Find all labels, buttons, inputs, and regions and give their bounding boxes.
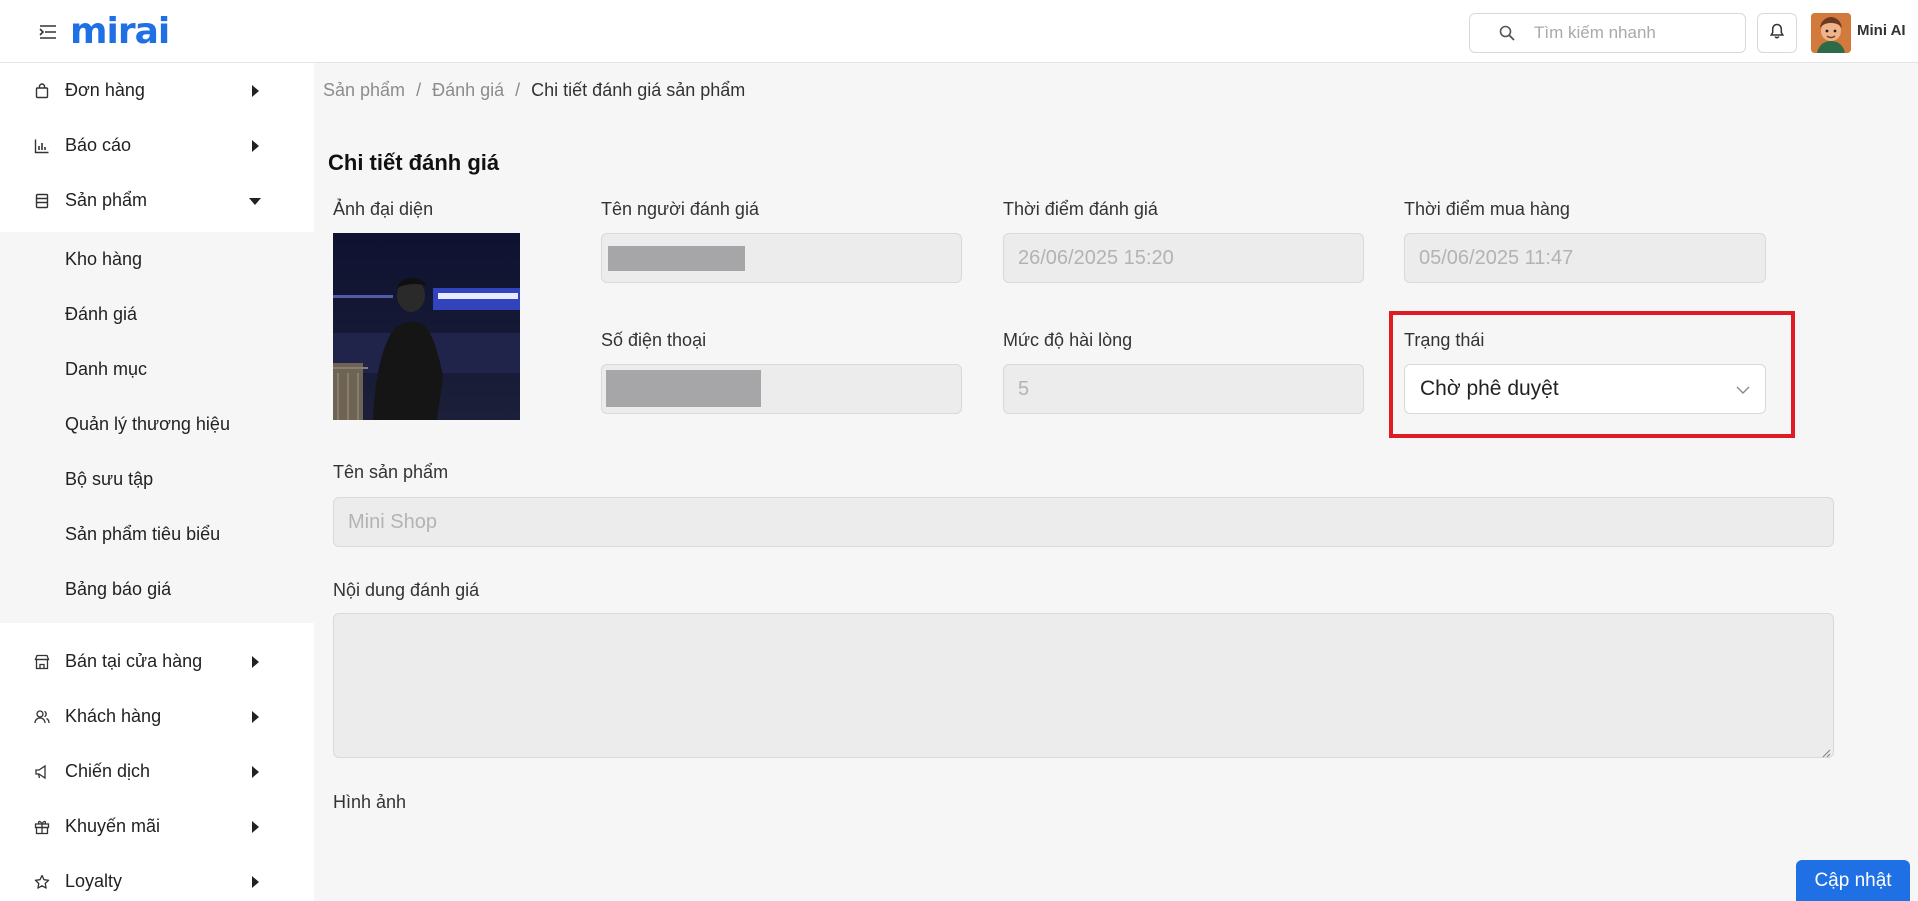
caret-right-icon — [248, 875, 262, 889]
sidebar-item-label: Chiến dịch — [65, 761, 151, 781]
status-highlight-annotation — [1389, 311, 1795, 438]
sidebar-item-label: Khách hàng — [65, 706, 162, 726]
chart-icon — [33, 137, 51, 155]
satisfaction-field: 5 — [1003, 364, 1364, 414]
sidebar-item-label: Loyalty — [65, 871, 123, 891]
purchase-time-label: Thời điểm mua hàng — [1404, 199, 1570, 219]
avatar-label: Ảnh đại diện — [333, 199, 434, 219]
star-icon — [33, 873, 51, 891]
breadcrumb-separator: / — [416, 80, 422, 100]
sidebar-item-label: Khuyến mãi — [65, 816, 161, 836]
notification-button[interactable] — [1757, 13, 1797, 53]
purchase-time-field: 05/06/2025 11:47 — [1404, 233, 1766, 283]
breadcrumb-current: Chi tiết đánh giá sản phẩm — [531, 80, 746, 100]
caret-right-icon — [248, 820, 262, 834]
caret-right-icon — [248, 765, 262, 779]
redacted-block — [608, 246, 745, 271]
submenu-item-inventory[interactable]: Kho hàng — [0, 232, 314, 287]
submenu-item-reviews[interactable]: Đánh giá — [0, 287, 314, 342]
update-button[interactable]: Cập nhật — [1796, 860, 1910, 901]
sidebar-item-products[interactable]: Sản phẩm — [0, 173, 314, 228]
reviewer-name-label: Tên người đánh giá — [601, 199, 759, 219]
images-label: Hình ảnh — [333, 792, 407, 812]
submenu-item-label: Bộ sưu tập — [65, 469, 154, 489]
review-content-label: Nội dung đánh giá — [333, 580, 480, 600]
caret-down-icon — [248, 194, 262, 208]
submenu-item-label: Danh mục — [65, 359, 148, 379]
phone-field — [601, 364, 962, 414]
sidebar-item-reports[interactable]: Báo cáo — [0, 118, 314, 173]
submenu-item-brands[interactable]: Quản lý thương hiệu — [0, 397, 314, 452]
submenu-item-featured-products[interactable]: Sản phẩm tiêu biểu — [0, 507, 314, 562]
sidebar-item-label: Sản phẩm — [65, 190, 148, 210]
resize-grip-icon[interactable] — [1821, 745, 1831, 758]
redacted-block — [606, 370, 761, 407]
collapse-menu-icon[interactable] — [38, 22, 58, 42]
sidebar-item-label: Bán tại cửa hàng — [65, 651, 203, 671]
review-time-field: 26/06/2025 15:20 — [1003, 233, 1364, 283]
logo[interactable]: mirai — [70, 13, 170, 51]
submenu-item-price-quotes[interactable]: Bảng báo giá — [0, 562, 314, 617]
product-name-field: Mini Shop — [333, 497, 1834, 547]
submenu-item-label: Quản lý thương hiệu — [65, 414, 230, 434]
products-submenu: Kho hàng Đánh giá Danh mục Quản lý thươn… — [0, 232, 314, 623]
product-icon — [33, 192, 51, 210]
sidebar-item-customers[interactable]: Khách hàng — [0, 689, 314, 744]
caret-right-icon — [248, 655, 262, 669]
submenu-item-label: Sản phẩm tiêu biểu — [65, 524, 221, 544]
sidebar: Đơn hàng Báo cáo Sản phẩm Kho hàng Đánh … — [0, 63, 314, 901]
phone-label: Số điện thoại — [601, 330, 707, 350]
review-time-label: Thời điểm đánh giá — [1003, 199, 1158, 219]
sidebar-item-orders[interactable]: Đơn hàng — [0, 63, 314, 118]
customers-icon — [33, 708, 51, 726]
user-name[interactable]: Mini AI — [1857, 22, 1906, 39]
bell-icon — [1769, 23, 1785, 44]
bag-icon — [33, 82, 51, 100]
submenu-item-label: Bảng báo giá — [65, 579, 172, 599]
top-header: mirai Mini AI — [0, 0, 1918, 63]
reviewer-name-field — [601, 233, 962, 283]
sidebar-item-loyalty[interactable]: Loyalty — [0, 854, 314, 901]
sidebar-item-label: Đơn hàng — [65, 80, 145, 100]
product-name-label: Tên sản phẩm — [333, 462, 449, 482]
breadcrumb-link-reviews[interactable]: Đánh giá — [432, 80, 504, 101]
breadcrumb: Sản phẩm / Đánh giá / Chi tiết đánh giá … — [323, 80, 745, 101]
search-icon — [1498, 24, 1516, 42]
breadcrumb-link-products[interactable]: Sản phẩm — [323, 80, 405, 101]
sidebar-item-label: Báo cáo — [65, 135, 132, 155]
satisfaction-label: Mức độ hài lòng — [1003, 330, 1133, 350]
store-icon — [33, 653, 51, 671]
review-content-textarea — [333, 613, 1834, 758]
submenu-item-collections[interactable]: Bộ sưu tập — [0, 452, 314, 507]
breadcrumb-separator: / — [515, 80, 521, 100]
megaphone-icon — [33, 763, 51, 781]
gift-icon — [33, 818, 51, 836]
caret-right-icon — [248, 139, 262, 153]
submenu-item-categories[interactable]: Danh mục — [0, 342, 314, 397]
user-avatar[interactable] — [1811, 13, 1851, 53]
submenu-item-label: Đánh giá — [65, 304, 138, 324]
caret-right-icon — [248, 710, 262, 724]
sidebar-item-promotions[interactable]: Khuyến mãi — [0, 799, 314, 854]
search-box[interactable] — [1469, 13, 1746, 53]
page-title: Chi tiết đánh giá — [328, 150, 500, 175]
sidebar-item-in-store-sales[interactable]: Bán tại cửa hàng — [0, 634, 314, 689]
reviewer-avatar-image — [333, 233, 520, 420]
search-input[interactable] — [1534, 23, 1734, 43]
submenu-item-label: Kho hàng — [65, 249, 143, 269]
caret-right-icon — [248, 84, 262, 98]
sidebar-item-campaigns[interactable]: Chiến dịch — [0, 744, 314, 799]
